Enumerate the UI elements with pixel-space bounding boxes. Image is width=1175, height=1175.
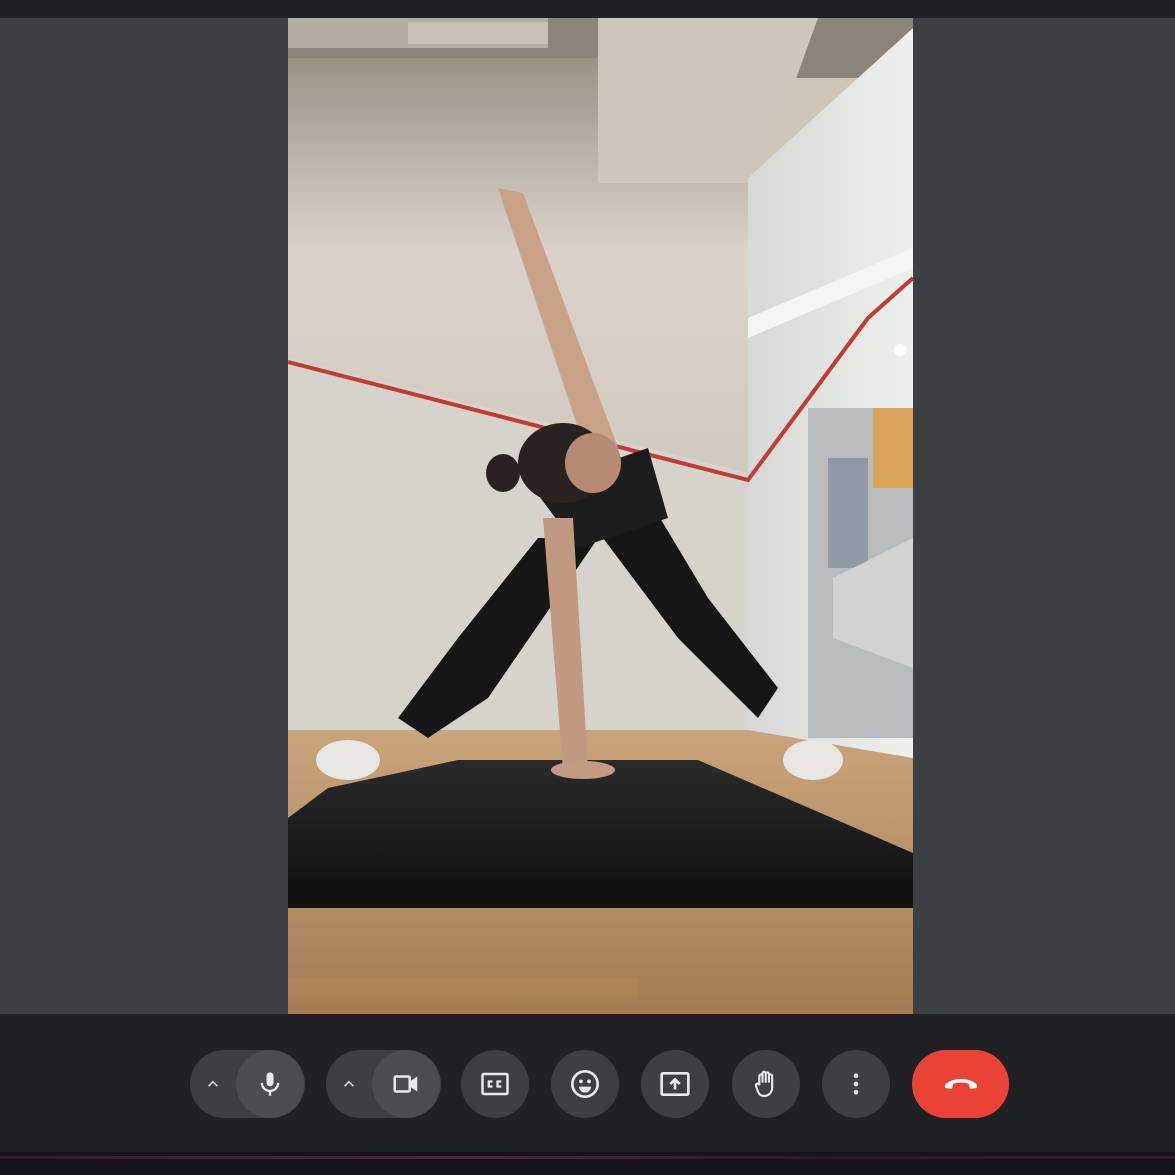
top-bar <box>0 0 1175 18</box>
bottom-strip <box>0 1152 1175 1175</box>
participant-video-tile[interactable] <box>288 18 913 1014</box>
video-options-button[interactable] <box>326 1050 372 1118</box>
participant-video-frame <box>288 18 913 1014</box>
chevron-up-icon <box>207 1080 219 1087</box>
microphone-control-group <box>190 1050 305 1118</box>
present-now-button[interactable] <box>641 1050 709 1118</box>
chevron-up-icon <box>343 1080 355 1087</box>
raise-hand-icon <box>754 1070 774 1098</box>
present-screen-icon <box>660 1072 690 1096</box>
leave-call-button[interactable] <box>912 1050 1009 1118</box>
raise-hand-button[interactable] <box>732 1050 800 1118</box>
captions-button[interactable] <box>461 1050 529 1118</box>
camera-button[interactable] <box>372 1050 440 1118</box>
meeting-window <box>0 0 1175 1175</box>
more-vertical-icon <box>853 1073 859 1095</box>
more-options-button[interactable] <box>822 1050 890 1118</box>
end-call-icon <box>944 1079 977 1089</box>
camera-control-group <box>326 1050 441 1118</box>
video-stage <box>0 18 1175 1014</box>
emoji-icon <box>571 1070 599 1098</box>
closed-captions-icon <box>481 1072 509 1096</box>
microphone-button[interactable] <box>236 1050 304 1118</box>
audio-options-button[interactable] <box>190 1050 236 1118</box>
video-camera-icon <box>393 1075 418 1093</box>
reactions-button[interactable] <box>551 1050 619 1118</box>
microphone-icon <box>260 1072 280 1096</box>
